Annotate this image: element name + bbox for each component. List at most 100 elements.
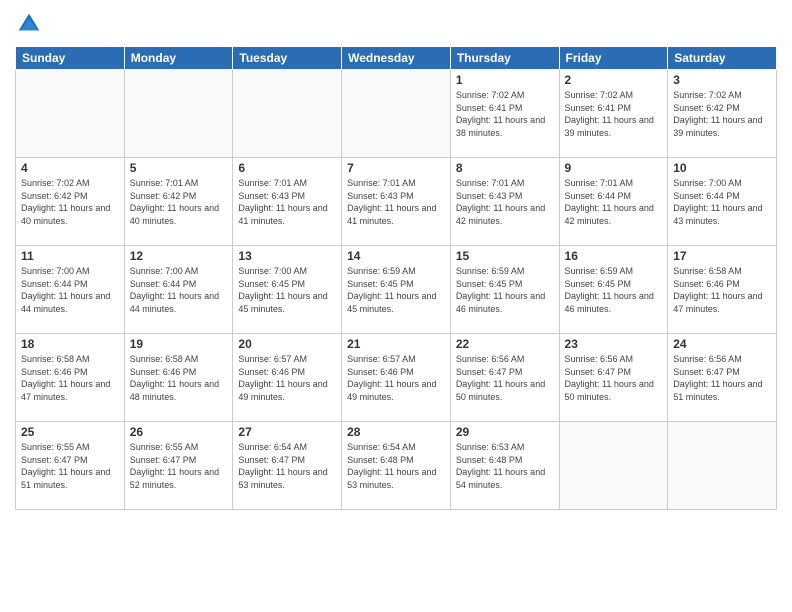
day-info: Sunrise: 6:54 AMSunset: 6:48 PMDaylight:…	[347, 441, 445, 491]
calendar-cell: 1 Sunrise: 7:02 AMSunset: 6:41 PMDaylight…	[450, 70, 559, 158]
calendar-cell: 16 Sunrise: 6:59 AMSunset: 6:45 PMDayligh…	[559, 246, 668, 334]
day-of-week-header: Tuesday	[233, 47, 342, 70]
calendar-week-row: 4 Sunrise: 7:02 AMSunset: 6:42 PMDaylight…	[16, 158, 777, 246]
day-number: 11	[21, 249, 119, 263]
calendar-week-row: 11 Sunrise: 7:00 AMSunset: 6:44 PMDayligh…	[16, 246, 777, 334]
day-number: 14	[347, 249, 445, 263]
calendar-cell	[342, 70, 451, 158]
day-info: Sunrise: 6:57 AMSunset: 6:46 PMDaylight:…	[347, 353, 445, 403]
day-info: Sunrise: 6:59 AMSunset: 6:45 PMDaylight:…	[456, 265, 554, 315]
calendar-cell: 21 Sunrise: 6:57 AMSunset: 6:46 PMDayligh…	[342, 334, 451, 422]
day-of-week-header: Thursday	[450, 47, 559, 70]
day-info: Sunrise: 7:01 AMSunset: 6:43 PMDaylight:…	[456, 177, 554, 227]
day-number: 7	[347, 161, 445, 175]
day-info: Sunrise: 6:56 AMSunset: 6:47 PMDaylight:…	[673, 353, 771, 403]
day-number: 18	[21, 337, 119, 351]
day-info: Sunrise: 6:58 AMSunset: 6:46 PMDaylight:…	[673, 265, 771, 315]
calendar-cell: 7 Sunrise: 7:01 AMSunset: 6:43 PMDaylight…	[342, 158, 451, 246]
calendar-cell	[233, 70, 342, 158]
day-number: 21	[347, 337, 445, 351]
day-number: 19	[130, 337, 228, 351]
day-info: Sunrise: 6:58 AMSunset: 6:46 PMDaylight:…	[21, 353, 119, 403]
calendar-cell: 22Sunrise: 6:56 AMSunset: 6:47 PMDayligh…	[450, 334, 559, 422]
calendar-cell: 10 Sunrise: 7:00 AMSunset: 6:44 PMDayligh…	[668, 158, 777, 246]
day-number: 27	[238, 425, 336, 439]
calendar-cell	[559, 422, 668, 510]
day-info: Sunrise: 7:01 AMSunset: 6:43 PMDaylight:…	[238, 177, 336, 227]
day-number: 5	[130, 161, 228, 175]
logo	[15, 10, 47, 38]
calendar-cell: 9 Sunrise: 7:01 AMSunset: 6:44 PMDaylight…	[559, 158, 668, 246]
calendar-cell: 19 Sunrise: 6:58 AMSunset: 6:46 PMDayligh…	[124, 334, 233, 422]
calendar-cell: 25Sunrise: 6:55 AMSunset: 6:47 PMDayligh…	[16, 422, 125, 510]
day-info: Sunrise: 6:54 AMSunset: 6:47 PMDaylight:…	[238, 441, 336, 491]
calendar: SundayMondayTuesdayWednesdayThursdayFrid…	[15, 46, 777, 510]
day-of-week-header: Friday	[559, 47, 668, 70]
day-info: Sunrise: 7:02 AMSunset: 6:41 PMDaylight:…	[565, 89, 663, 139]
calendar-cell: 12 Sunrise: 7:00 AMSunset: 6:44 PMDayligh…	[124, 246, 233, 334]
calendar-cell: 5 Sunrise: 7:01 AMSunset: 6:42 PMDaylight…	[124, 158, 233, 246]
calendar-header-row: SundayMondayTuesdayWednesdayThursdayFrid…	[16, 47, 777, 70]
day-info: Sunrise: 6:56 AMSunset: 6:47 PMDaylight:…	[565, 353, 663, 403]
day-number: 1	[456, 73, 554, 87]
day-info: Sunrise: 7:00 AMSunset: 6:44 PMDaylight:…	[673, 177, 771, 227]
calendar-cell: 13 Sunrise: 7:00 AMSunset: 6:45 PMDayligh…	[233, 246, 342, 334]
day-number: 12	[130, 249, 228, 263]
day-number: 29	[456, 425, 554, 439]
day-number: 16	[565, 249, 663, 263]
day-info: Sunrise: 7:00 AMSunset: 6:45 PMDaylight:…	[238, 265, 336, 315]
calendar-cell: 14 Sunrise: 6:59 AMSunset: 6:45 PMDayligh…	[342, 246, 451, 334]
calendar-week-row: 18 Sunrise: 6:58 AMSunset: 6:46 PMDayligh…	[16, 334, 777, 422]
calendar-cell	[16, 70, 125, 158]
calendar-week-row: 1 Sunrise: 7:02 AMSunset: 6:41 PMDaylight…	[16, 70, 777, 158]
day-number: 3	[673, 73, 771, 87]
day-number: 10	[673, 161, 771, 175]
calendar-cell: 29 Sunrise: 6:53 AMSunset: 6:48 PMDayligh…	[450, 422, 559, 510]
calendar-week-row: 25Sunrise: 6:55 AMSunset: 6:47 PMDayligh…	[16, 422, 777, 510]
calendar-cell	[124, 70, 233, 158]
day-number: 13	[238, 249, 336, 263]
calendar-cell: 18 Sunrise: 6:58 AMSunset: 6:46 PMDayligh…	[16, 334, 125, 422]
day-info: Sunrise: 6:58 AMSunset: 6:46 PMDaylight:…	[130, 353, 228, 403]
day-info: Sunrise: 6:55 AMSunset: 6:47 PMDaylight:…	[130, 441, 228, 491]
day-number: 4	[21, 161, 119, 175]
day-info: Sunrise: 6:53 AMSunset: 6:48 PMDaylight:…	[456, 441, 554, 491]
day-number: 15	[456, 249, 554, 263]
day-info: Sunrise: 7:01 AMSunset: 6:42 PMDaylight:…	[130, 177, 228, 227]
calendar-cell: 27 Sunrise: 6:54 AMSunset: 6:47 PMDayligh…	[233, 422, 342, 510]
day-of-week-header: Wednesday	[342, 47, 451, 70]
header	[15, 10, 777, 38]
day-number: 20	[238, 337, 336, 351]
calendar-cell: 11 Sunrise: 7:00 AMSunset: 6:44 PMDayligh…	[16, 246, 125, 334]
calendar-cell: 4 Sunrise: 7:02 AMSunset: 6:42 PMDaylight…	[16, 158, 125, 246]
calendar-cell: 8 Sunrise: 7:01 AMSunset: 6:43 PMDaylight…	[450, 158, 559, 246]
calendar-cell: 20Sunrise: 6:57 AMSunset: 6:46 PMDayligh…	[233, 334, 342, 422]
day-number: 26	[130, 425, 228, 439]
calendar-cell: 24 Sunrise: 6:56 AMSunset: 6:47 PMDayligh…	[668, 334, 777, 422]
day-info: Sunrise: 6:59 AMSunset: 6:45 PMDaylight:…	[347, 265, 445, 315]
day-number: 6	[238, 161, 336, 175]
day-info: Sunrise: 7:00 AMSunset: 6:44 PMDaylight:…	[130, 265, 228, 315]
day-number: 9	[565, 161, 663, 175]
calendar-cell: 6 Sunrise: 7:01 AMSunset: 6:43 PMDaylight…	[233, 158, 342, 246]
day-number: 24	[673, 337, 771, 351]
day-info: Sunrise: 7:01 AMSunset: 6:44 PMDaylight:…	[565, 177, 663, 227]
calendar-cell: 23 Sunrise: 6:56 AMSunset: 6:47 PMDayligh…	[559, 334, 668, 422]
calendar-cell: 3 Sunrise: 7:02 AMSunset: 6:42 PMDaylight…	[668, 70, 777, 158]
day-info: Sunrise: 7:01 AMSunset: 6:43 PMDaylight:…	[347, 177, 445, 227]
page: SundayMondayTuesdayWednesdayThursdayFrid…	[0, 0, 792, 612]
day-info: Sunrise: 6:59 AMSunset: 6:45 PMDaylight:…	[565, 265, 663, 315]
day-number: 23	[565, 337, 663, 351]
calendar-cell: 26 Sunrise: 6:55 AMSunset: 6:47 PMDayligh…	[124, 422, 233, 510]
day-info: Sunrise: 6:55 AMSunset: 6:47 PMDaylight:…	[21, 441, 119, 491]
day-info: Sunrise: 7:02 AMSunset: 6:42 PMDaylight:…	[21, 177, 119, 227]
day-number: 28	[347, 425, 445, 439]
day-of-week-header: Saturday	[668, 47, 777, 70]
day-number: 2	[565, 73, 663, 87]
day-number: 22	[456, 337, 554, 351]
day-of-week-header: Monday	[124, 47, 233, 70]
day-info: Sunrise: 7:02 AMSunset: 6:41 PMDaylight:…	[456, 89, 554, 139]
day-info: Sunrise: 7:00 AMSunset: 6:44 PMDaylight:…	[21, 265, 119, 315]
day-info: Sunrise: 7:02 AMSunset: 6:42 PMDaylight:…	[673, 89, 771, 139]
day-number: 8	[456, 161, 554, 175]
